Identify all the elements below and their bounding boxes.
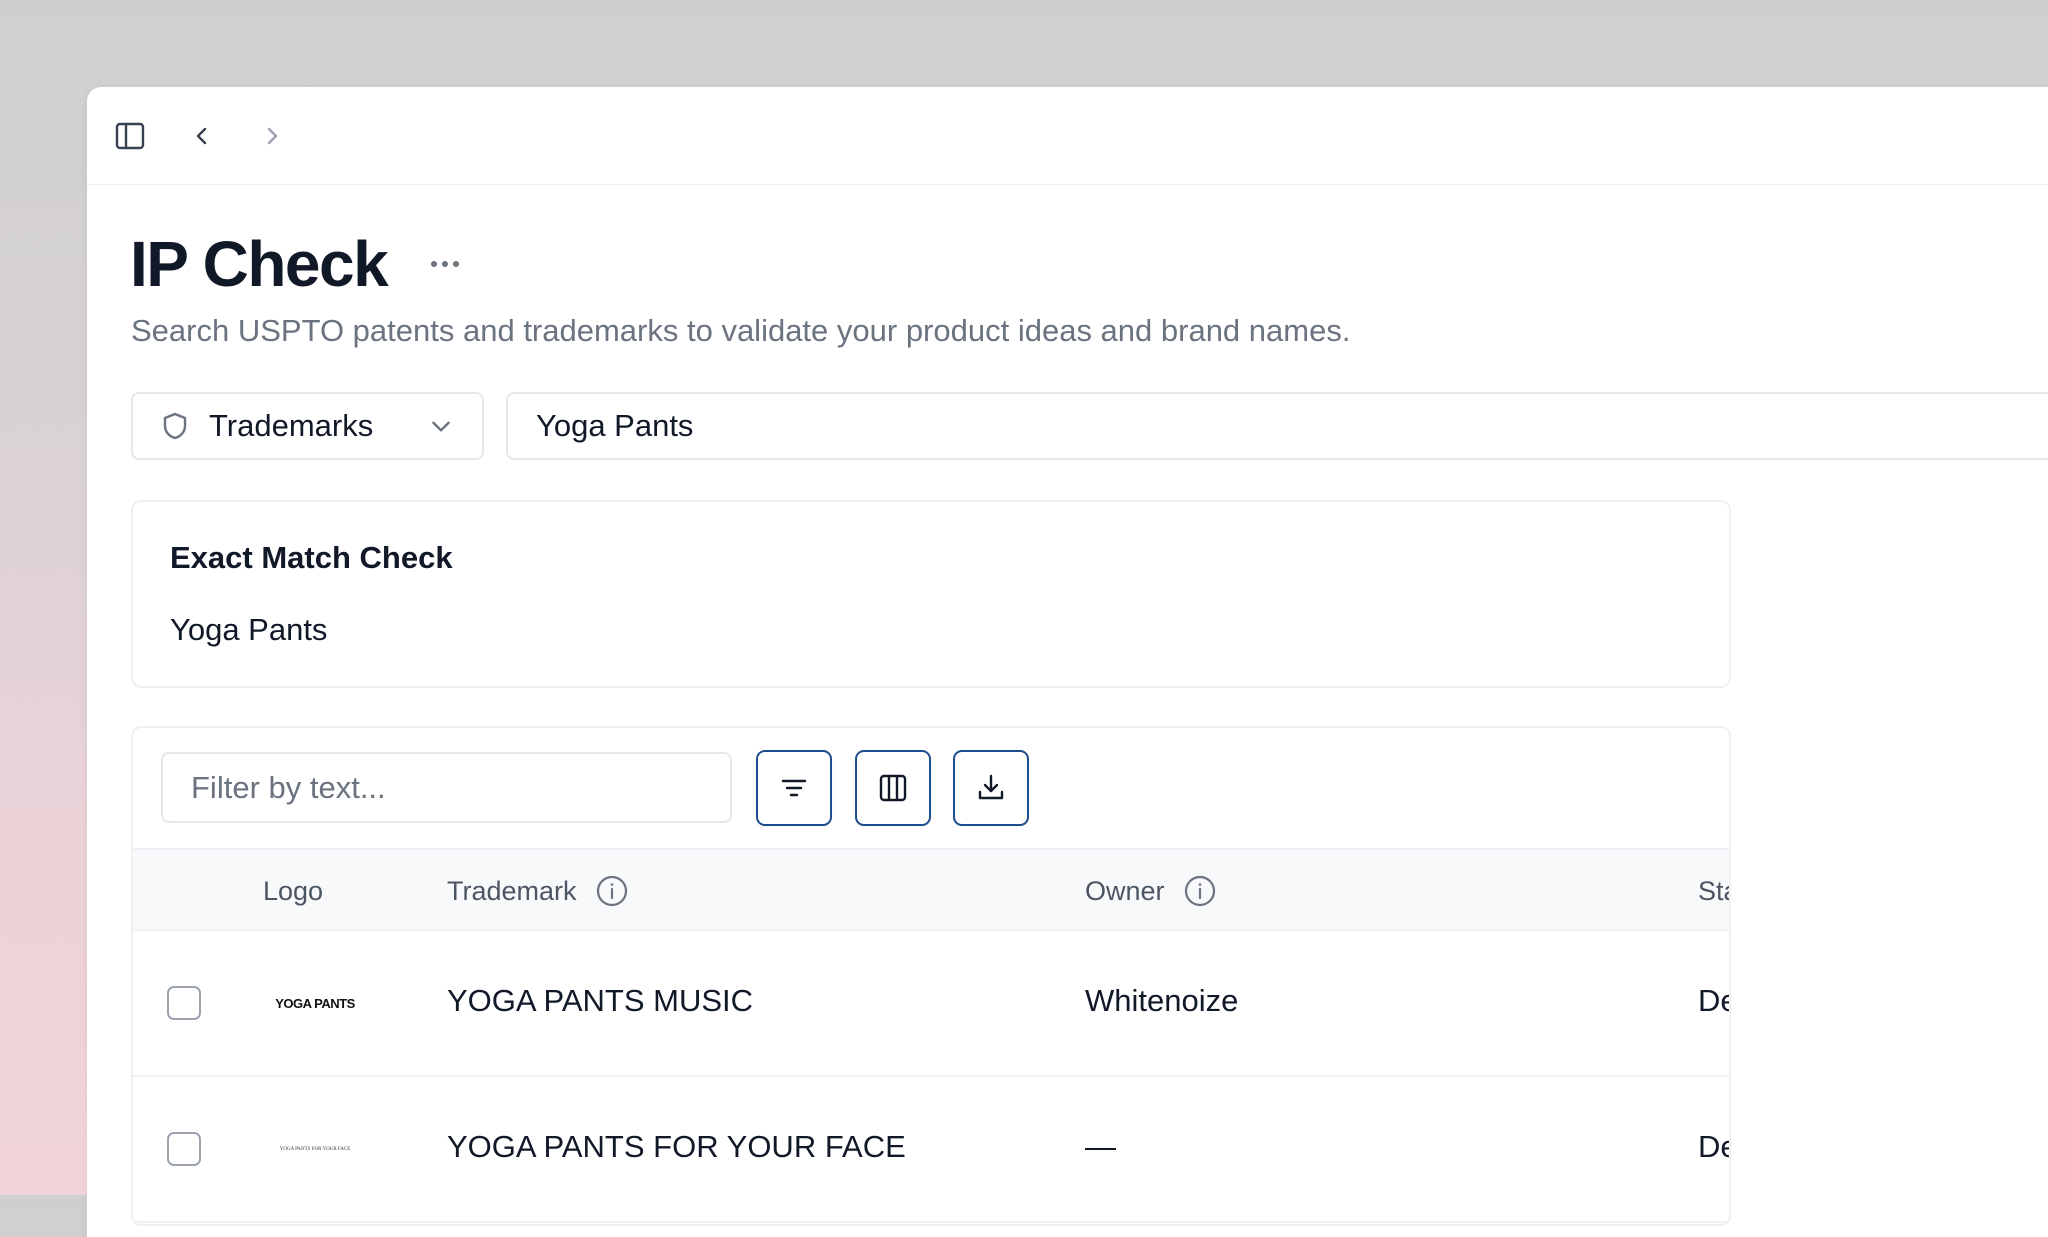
row-checkbox[interactable] bbox=[167, 1132, 201, 1166]
download-button[interactable] bbox=[953, 750, 1029, 826]
status-text: Dead/Abandoned bbox=[1698, 1129, 1729, 1164]
columns-icon bbox=[877, 772, 909, 804]
column-header-logo[interactable]: Logo bbox=[263, 876, 323, 907]
search-input[interactable] bbox=[506, 392, 2048, 460]
shield-icon bbox=[161, 411, 189, 441]
trademark-logo: YOGA PANTS FOR YOUR FACE bbox=[279, 1146, 351, 1152]
info-icon[interactable] bbox=[595, 874, 629, 908]
page-title: IP Check bbox=[130, 228, 389, 300]
trademark-name: YOGA PANTS FOR YOUR FACE bbox=[447, 1129, 906, 1164]
filter-button[interactable] bbox=[756, 750, 832, 826]
title-row: IP Check bbox=[130, 232, 463, 296]
column-header-owner[interactable]: Owner bbox=[1085, 874, 1217, 908]
status-text: Dead/Abandoned bbox=[1698, 983, 1729, 1018]
top-toolbar bbox=[87, 87, 2048, 185]
page-subtitle: Search USPTO patents and trademarks to v… bbox=[131, 313, 1351, 348]
table-row[interactable]: YOGA PANTS YOGA PANTS MUSIC Whitenoize D… bbox=[133, 931, 1729, 1077]
app-window: IP Check Search USPTO patents and tradem… bbox=[87, 87, 2048, 1237]
chevron-right-icon[interactable] bbox=[253, 117, 291, 155]
column-header-status[interactable]: Status bbox=[1698, 874, 1729, 908]
row-checkbox[interactable] bbox=[167, 986, 201, 1020]
filter-input[interactable] bbox=[161, 752, 732, 823]
search-type-label: Trademarks bbox=[209, 408, 374, 443]
exact-match-heading: Exact Match Check bbox=[170, 540, 453, 575]
results-table-card: Logo Trademark Owner bbox=[131, 726, 1731, 1226]
owner-name: Whitenoize bbox=[1085, 983, 1239, 1018]
search-type-select[interactable]: Trademarks bbox=[131, 392, 484, 460]
columns-button[interactable] bbox=[855, 750, 931, 826]
owner-name: — bbox=[1085, 1129, 1116, 1164]
table-header: Logo Trademark Owner St bbox=[133, 848, 1729, 931]
column-header-trademark[interactable]: Trademark bbox=[447, 874, 629, 908]
table-row[interactable]: YOGA PANTS FOR YOUR FACE YOGA PANTS FOR … bbox=[133, 1077, 1729, 1223]
more-options-icon[interactable] bbox=[427, 255, 463, 273]
trademark-logo: YOGA PANTS bbox=[275, 995, 355, 1011]
info-icon[interactable] bbox=[1183, 874, 1217, 908]
chevron-left-icon[interactable] bbox=[183, 117, 221, 155]
download-icon bbox=[975, 772, 1007, 804]
sidebar-toggle-icon[interactable] bbox=[111, 117, 149, 155]
exact-match-card: Exact Match Check Yoga Pants bbox=[131, 500, 1731, 688]
trademark-name: YOGA PANTS MUSIC bbox=[447, 983, 754, 1018]
filter-icon bbox=[778, 772, 810, 804]
exact-match-term: Yoga Pants bbox=[170, 612, 328, 647]
chevron-down-icon bbox=[428, 413, 454, 439]
